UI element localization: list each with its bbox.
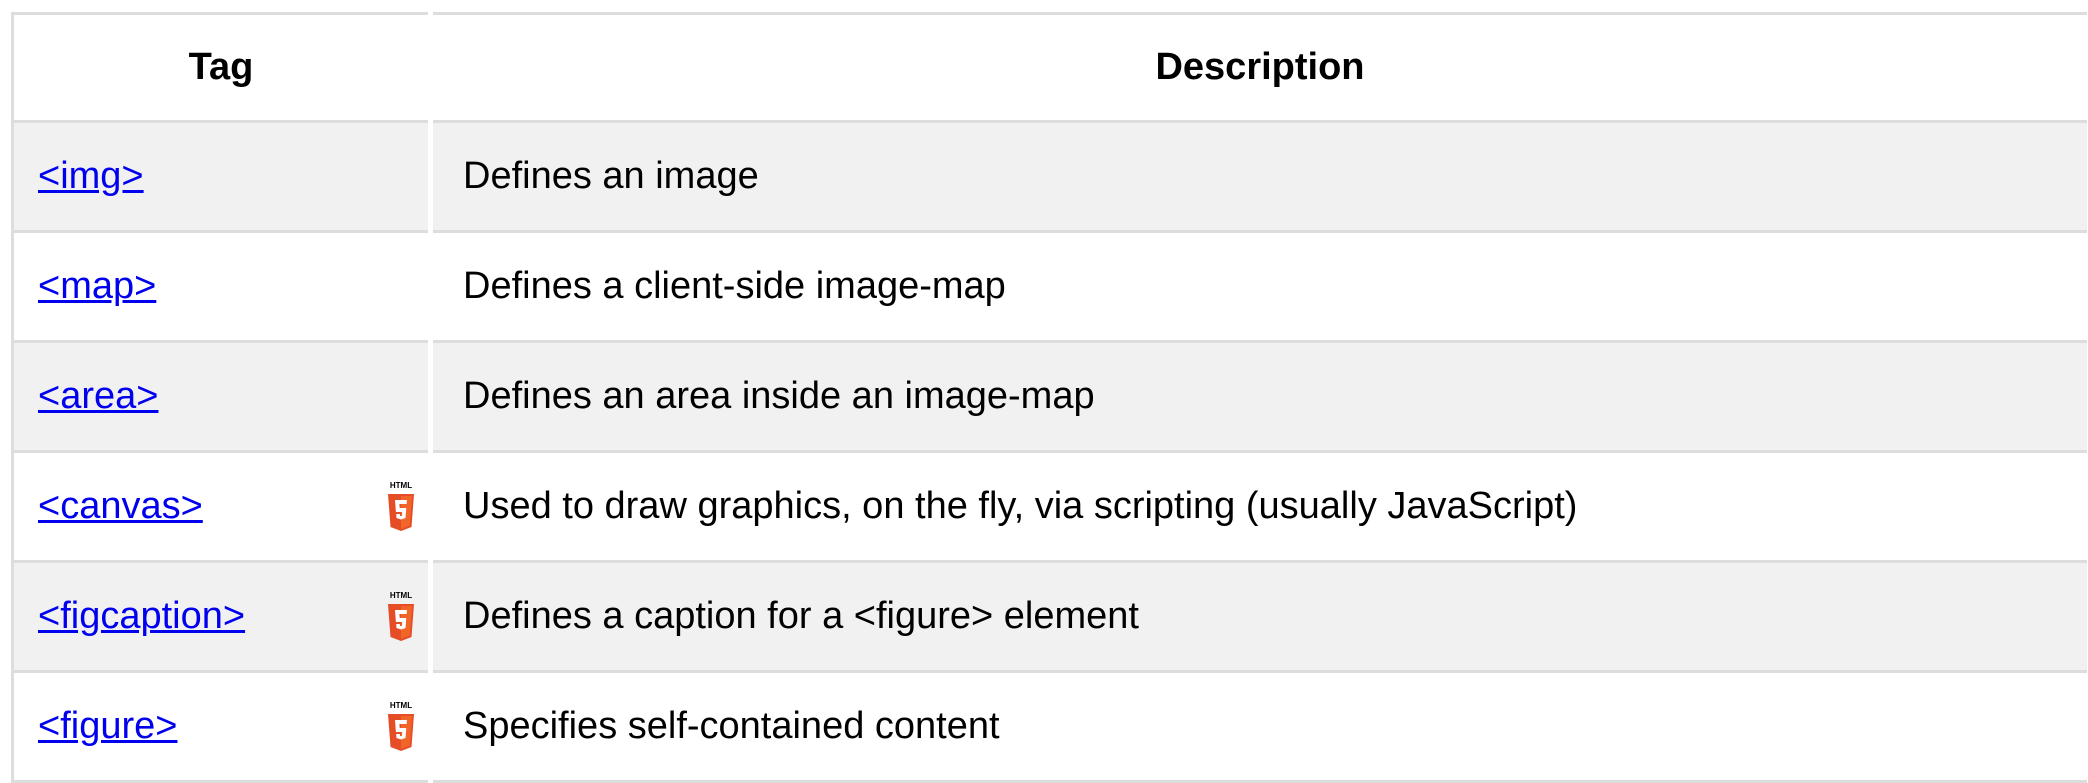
description-cell: Defines an image <box>431 122 2088 232</box>
html5-badge-text: HTML <box>390 701 412 710</box>
table-header-row: Tag Description <box>13 14 2088 122</box>
tag-cell: <figcaption> HTML <box>13 562 431 672</box>
table-row: <figure> HTML Specifies self-contained c… <box>13 672 2088 782</box>
html5-icon: HTML <box>386 590 416 644</box>
tag-link-img[interactable]: <img> <box>38 155 144 197</box>
table-row: <map> Defines a client-side image-map <box>13 232 2088 342</box>
reference-table: Tag Description <img> Defines an image <… <box>11 12 2088 783</box>
tag-cell: <canvas> HTML <box>13 452 431 562</box>
tag-link-figure[interactable]: <figure> <box>38 705 177 747</box>
html5-icon: HTML <box>386 480 416 534</box>
tag-link-figcaption[interactable]: <figcaption> <box>38 595 245 637</box>
tag-cell: <area> <box>13 342 431 452</box>
table-row: <figcaption> HTML Defines a caption for … <box>13 562 2088 672</box>
html5-badge-text: HTML <box>390 481 412 490</box>
description-cell: Defines an area inside an image-map <box>431 342 2088 452</box>
html5-badge-text: HTML <box>390 591 412 600</box>
page: Tag Description <img> Defines an image <… <box>0 0 2088 774</box>
tag-cell: <img> <box>13 122 431 232</box>
tag-cell: <map> <box>13 232 431 342</box>
description-cell: Defines a caption for a <figure> element <box>431 562 2088 672</box>
tag-link-map[interactable]: <map> <box>38 265 156 307</box>
tag-link-canvas[interactable]: <canvas> <box>38 485 203 527</box>
description-cell: Specifies self-contained content <box>431 672 2088 782</box>
header-description: Description <box>431 14 2088 122</box>
tag-cell: <figure> HTML <box>13 672 431 782</box>
table-row: <canvas> HTML Used to draw graphics, on … <box>13 452 2088 562</box>
description-cell: Defines a client-side image-map <box>431 232 2088 342</box>
table-row: <area> Defines an area inside an image-m… <box>13 342 2088 452</box>
description-cell: Used to draw graphics, on the fly, via s… <box>431 452 2088 562</box>
table-row: <img> Defines an image <box>13 122 2088 232</box>
tag-link-area[interactable]: <area> <box>38 375 158 417</box>
html5-icon: HTML <box>386 700 416 754</box>
header-tag: Tag <box>13 14 431 122</box>
